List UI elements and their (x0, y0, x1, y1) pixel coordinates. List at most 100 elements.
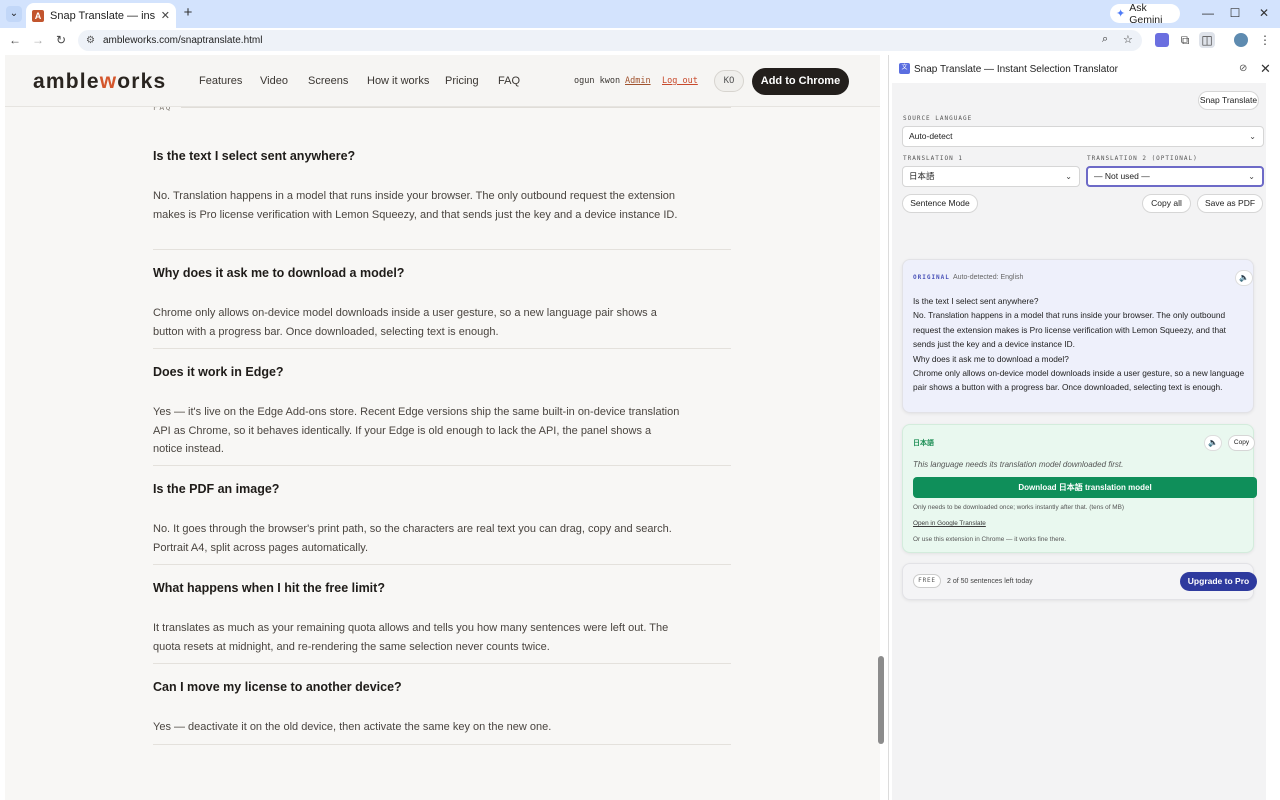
nav-how-it-works[interactable]: How it works (367, 75, 429, 87)
side-panel-title: Snap Translate — Instant Selection Trans… (914, 64, 1118, 75)
faq-answer: Chrome only allows on-device model downl… (153, 307, 657, 338)
faq-item: Is the PDF an image? No. It goes through… (153, 482, 731, 557)
faq-item: Can I move my license to another device?… (153, 680, 731, 737)
ask-gemini-label: Ask Gemini (1129, 1, 1163, 26)
snap-translate-panel: Snap Translate SOURCE LANGUAGE Auto-dete… (892, 83, 1266, 800)
translation2-value: — Not used — (1094, 171, 1150, 181)
nav-features[interactable]: Features (199, 75, 242, 87)
quota-card: FREE 2 of 50 sentences left today Upgrad… (902, 563, 1257, 600)
quota-text: 2 of 50 sentences left today (947, 578, 1033, 585)
faq-answer: Yes — deactivate it on the old device, t… (153, 721, 552, 733)
snap-translate-button[interactable]: Snap Translate (1198, 91, 1259, 110)
faq-question: What happens when I hit the free limit? (153, 581, 385, 595)
download-required-note: This language needs its translation mode… (913, 460, 1124, 469)
browser-tab-strip: ⌄ A Snap Translate — instant selecti ✕ +… (0, 0, 1280, 28)
tab-search-icon[interactable]: ⌄ (6, 6, 22, 22)
speaker-icon[interactable]: 🔈 (1204, 435, 1222, 451)
original-tag: ORIGINAL (913, 274, 950, 281)
minimize-icon[interactable]: — (1198, 6, 1218, 20)
web-page: FAQ Is the text I select sent anywhere? … (5, 55, 880, 800)
page-scrollbar-thumb[interactable] (878, 656, 884, 744)
source-language-select[interactable]: Auto-detect ⌄ (902, 126, 1264, 147)
faq-answer: No. Translation happens in a model that … (153, 190, 678, 221)
profile-avatar[interactable] (1234, 33, 1248, 47)
chevron-down-icon: ⌄ (1249, 132, 1256, 141)
snap-translate-logo-icon: 文 (899, 63, 910, 74)
faq-separator (153, 249, 731, 250)
nav-video[interactable]: Video (260, 75, 288, 87)
browser-toolbar: ← → ↻ ⚙ ambleworks.com/snaptranslate.htm… (0, 28, 1280, 52)
translation-language-tag: 日本語 (913, 440, 934, 447)
language-toggle[interactable]: KO (714, 70, 744, 92)
speaker-icon[interactable]: 🔈 (1235, 270, 1253, 286)
tab-title: Snap Translate — instant selecti (50, 9, 155, 22)
source-language-label: SOURCE LANGUAGE (903, 115, 973, 122)
tab-close-icon[interactable]: ✕ (161, 9, 170, 22)
admin-link[interactable]: Admin (625, 76, 651, 86)
faq-question: Can I move my license to another device? (153, 680, 402, 694)
nav-screens[interactable]: Screens (308, 75, 348, 87)
faq-separator (153, 564, 731, 565)
source-language-value: Auto-detect (909, 131, 953, 141)
tab-favicon-icon: A (32, 9, 44, 22)
gemini-sparkle-icon: ✦ (1116, 8, 1126, 20)
faq-separator (153, 465, 731, 466)
faq-item: What happens when I hit the free limit? … (153, 581, 731, 656)
download-once-note: Only needs to be downloaded once; works … (913, 504, 1125, 511)
nav-pricing[interactable]: Pricing (445, 75, 479, 87)
copy-all-button[interactable]: Copy all (1142, 194, 1191, 213)
nav-faq[interactable]: FAQ (498, 75, 520, 87)
site-header: ambleworks Features Video Screens How it… (5, 55, 880, 107)
side-panel-close-icon[interactable]: ✕ (1260, 61, 1271, 77)
url-text: ambleworks.com/snaptranslate.html (102, 35, 263, 46)
translation-card: 日本語 🔈 Copy This language needs its trans… (902, 424, 1257, 553)
original-text: Is the text I select sent anywhere? No. … (913, 296, 1245, 393)
zoom-icon[interactable]: ⌕ (1102, 33, 1108, 46)
snap-translate-extension-icon[interactable] (1155, 33, 1169, 47)
detected-language: Auto-detected: English (953, 274, 1024, 281)
address-bar[interactable]: ⚙ ambleworks.com/snaptranslate.html ⌕ ☆ (78, 30, 1142, 51)
menu-kebab-icon[interactable]: ⋮ (1257, 32, 1273, 48)
add-to-chrome-button[interactable]: Add to Chrome (752, 68, 849, 95)
extensions-puzzle-icon[interactable]: ⧉ (1177, 32, 1193, 48)
maximize-icon[interactable]: ☐ (1225, 6, 1245, 20)
save-as-pdf-button[interactable]: Save as PDF (1197, 194, 1263, 213)
faq-question: Why does it ask me to download a model? (153, 266, 405, 280)
new-tab-icon[interactable]: + (180, 5, 196, 21)
translation1-value: 日本語 (909, 171, 935, 181)
chevron-down-icon: ⌄ (1065, 172, 1072, 181)
faq-question: Is the text I select sent anywhere? (153, 149, 356, 163)
faq-item: Does it work in Edge? Yes — it's live on… (153, 365, 731, 459)
site-info-icon[interactable]: ⚙ (86, 35, 95, 46)
download-model-button[interactable]: Download 日本語 translation model (913, 477, 1257, 498)
faq-answer: Yes — it's live on the Edge Add-ons stor… (153, 406, 680, 455)
original-card: ORIGINAL Auto-detected: English 🔈 Is the… (902, 259, 1254, 413)
open-google-translate-link[interactable]: Open in Google Translate (913, 520, 986, 527)
faq-separator (153, 348, 731, 349)
faq-item: Why does it ask me to download a model? … (153, 266, 731, 341)
sentence-mode-button[interactable]: Sentence Mode (902, 194, 978, 213)
browser-tab[interactable]: A Snap Translate — instant selecti ✕ (26, 3, 176, 28)
faq-separator (153, 663, 731, 664)
forward-icon[interactable]: → (30, 32, 46, 48)
back-icon[interactable]: ← (7, 32, 23, 48)
faq-question: Does it work in Edge? (153, 365, 284, 379)
bookmark-star-icon[interactable]: ☆ (1123, 33, 1133, 46)
translation2-select[interactable]: — Not used — ⌄ (1086, 166, 1264, 187)
logout-link[interactable]: Log out (662, 76, 698, 86)
site-logo[interactable]: ambleworks (33, 70, 166, 94)
chevron-down-icon: ⌄ (1248, 172, 1255, 181)
side-panel-icon[interactable]: ◫ (1199, 32, 1215, 48)
unpin-icon[interactable]: ⊘ (1239, 63, 1247, 74)
translation1-label: TRANSLATION 1 (903, 155, 963, 162)
faq-answer: It translates as much as your remaining … (153, 622, 669, 653)
side-panel: 文 Snap Translate — Instant Selection Tra… (888, 55, 1280, 800)
faq-divider (181, 107, 731, 108)
ask-gemini-button[interactable]: ✦ Ask Gemini (1110, 1, 1180, 26)
translation1-select[interactable]: 日本語 ⌄ (902, 166, 1080, 187)
translation2-label: TRANSLATION 2 (OPTIONAL) (1087, 155, 1198, 162)
reload-icon[interactable]: ↻ (53, 32, 69, 48)
window-close-icon[interactable]: ✕ (1254, 6, 1274, 20)
copy-translation-button[interactable]: Copy (1228, 435, 1255, 451)
upgrade-to-pro-button[interactable]: Upgrade to Pro (1180, 572, 1257, 591)
